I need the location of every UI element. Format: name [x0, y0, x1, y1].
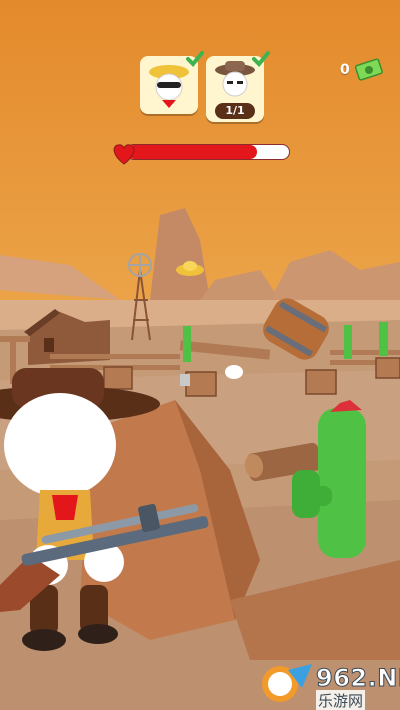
watermark-logo: [262, 664, 312, 702]
health-fill: [127, 145, 257, 159]
watermark-name: 乐游网: [316, 690, 366, 710]
target-card-bandit: [140, 51, 204, 114]
watermark-domain: 962.NET: [316, 664, 400, 693]
health-bar: [110, 142, 292, 165]
check-icon: [186, 51, 204, 67]
check-icon: [252, 51, 270, 67]
game-screen: 1/1 0 962.NET 乐游网: [0, 0, 400, 710]
health-track: [126, 144, 290, 160]
target-card-cowboy: 1/1: [206, 51, 270, 122]
site-watermark: 962.NET 乐游网: [258, 662, 400, 710]
heart-icon: [113, 144, 135, 165]
kill-count-badge: 1/1: [215, 103, 255, 119]
target-cards: 1/1: [140, 51, 270, 122]
cash-count: 0: [340, 62, 350, 78]
cash-icon: [354, 58, 383, 81]
cash-counter: 0: [340, 58, 384, 82]
